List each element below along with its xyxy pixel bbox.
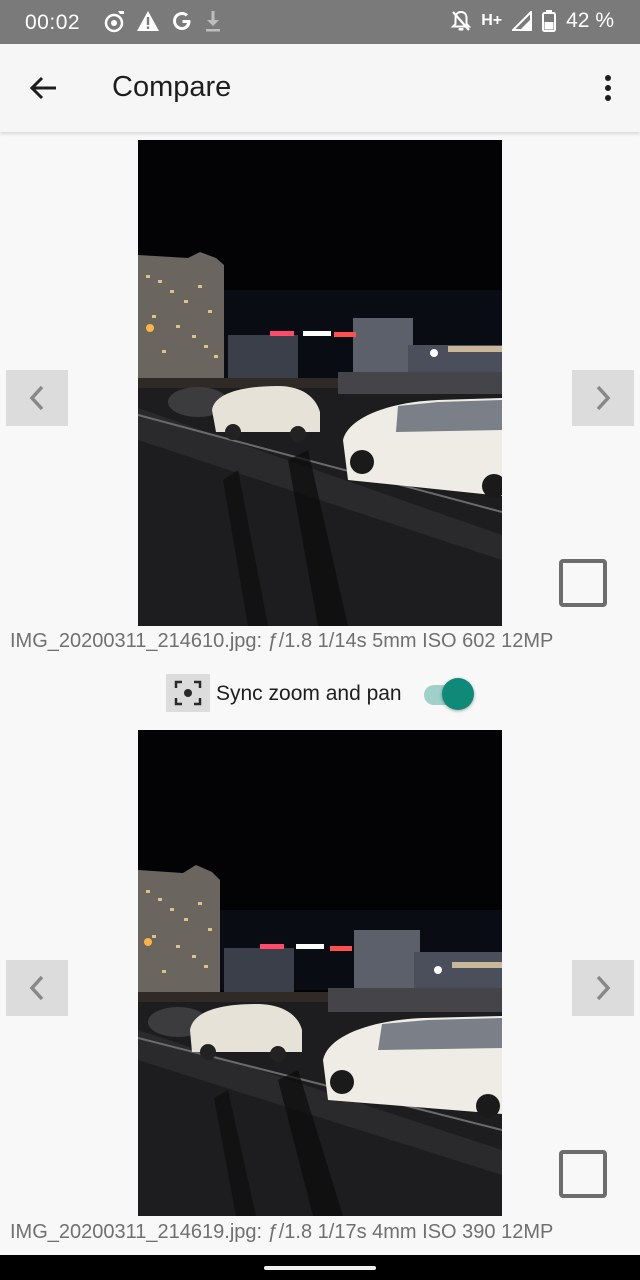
warning-icon bbox=[137, 11, 159, 31]
system-icons: H+ 42 % bbox=[451, 9, 614, 33]
photo2-caption: IMG_20200311_214619.jpg: ƒ/1.8 1/17s 4mm… bbox=[10, 1221, 554, 1243]
chevron-right-icon bbox=[596, 385, 611, 411]
photo-preview-1[interactable] bbox=[138, 140, 502, 626]
notification-icons bbox=[104, 9, 222, 33]
home-gesture-handle[interactable] bbox=[264, 1266, 376, 1270]
photo1-caption: IMG_20200311_214610.jpg: ƒ/1.8 1/14s 5mm… bbox=[10, 630, 554, 652]
battery-icon bbox=[542, 10, 557, 32]
mute-icon bbox=[451, 10, 472, 31]
photo2-previous-button[interactable] bbox=[6, 960, 68, 1016]
google-icon bbox=[173, 12, 191, 30]
music-note-icon bbox=[104, 11, 124, 33]
sync-zoom-toggle[interactable] bbox=[420, 677, 476, 711]
photo2-next-button[interactable] bbox=[572, 960, 634, 1016]
night-parking-photo bbox=[138, 730, 502, 1216]
focus-frame-icon bbox=[174, 680, 202, 706]
photo1-select-checkbox[interactable] bbox=[559, 559, 607, 607]
photo-preview-2[interactable] bbox=[138, 730, 502, 1216]
chevron-left-icon bbox=[29, 975, 44, 1001]
network-type: H+ bbox=[481, 12, 503, 29]
photo2-select-checkbox[interactable] bbox=[559, 1150, 607, 1198]
status-time: 00:02 bbox=[25, 11, 81, 34]
chevron-right-icon bbox=[596, 975, 611, 1001]
system-navigation-bar bbox=[0, 1255, 640, 1280]
page-title: Compare bbox=[112, 71, 232, 103]
status-bar: 00:02 H+ 42 % bbox=[0, 0, 640, 44]
app-bar: Compare bbox=[0, 44, 640, 132]
sync-zoom-label: Sync zoom and pan bbox=[216, 682, 402, 705]
photo1-previous-button[interactable] bbox=[6, 370, 68, 426]
back-button[interactable] bbox=[18, 66, 66, 110]
download-icon bbox=[206, 11, 220, 32]
toggle-thumb bbox=[442, 678, 474, 710]
chevron-left-icon bbox=[29, 385, 44, 411]
night-parking-photo bbox=[138, 140, 502, 626]
more-vert-icon bbox=[605, 75, 611, 101]
arrow-back-icon bbox=[29, 76, 56, 100]
sync-zoom-icon-button[interactable] bbox=[166, 674, 210, 712]
battery-percent: 42 % bbox=[566, 9, 614, 32]
overflow-menu-button[interactable] bbox=[594, 70, 622, 110]
photo1-next-button[interactable] bbox=[572, 370, 634, 426]
signal-icon bbox=[512, 11, 533, 31]
